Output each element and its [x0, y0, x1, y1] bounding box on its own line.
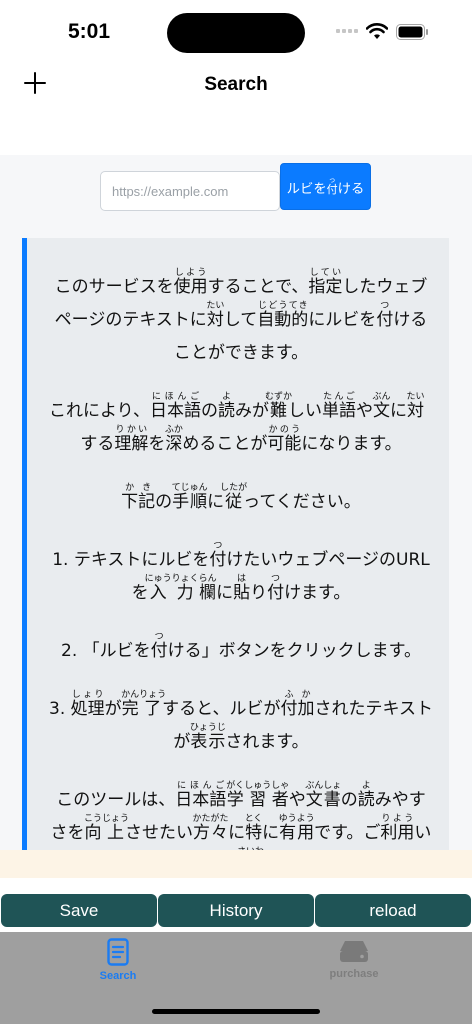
- dynamic-island: [167, 13, 305, 53]
- ruby-annotated-text: 完かん: [121, 690, 140, 719]
- ruby-annotated-text: 有用ゆうよう: [278, 814, 315, 843]
- ruby-annotated-text: 可能かのう: [267, 425, 302, 454]
- ruby-annotated-text: 利用りよう: [380, 814, 415, 843]
- ruby-annotated-text: 難むずか: [264, 392, 292, 421]
- cellular-signal-icon: [336, 29, 358, 33]
- ruby-annotated-text: 了りょう: [139, 690, 167, 719]
- article-paragraph: 1. テキストにルビを付つけたいウェブページのURLを入にゅう力りょく欄らんに貼…: [52, 541, 430, 603]
- tab-purchase-label: purchase: [329, 968, 379, 980]
- ruby-annotated-text: 付つ: [376, 301, 394, 330]
- ruby-annotated-text: 力りょく: [171, 574, 199, 603]
- save-button[interactable]: Save: [1, 894, 157, 927]
- home-indicator: [152, 1009, 320, 1014]
- ruby-annotated-text: 学がく: [226, 781, 245, 810]
- url-input[interactable]: [100, 171, 280, 211]
- ruby-annotated-text: 深ふか: [164, 425, 183, 454]
- wifi-icon: [366, 23, 388, 39]
- tab-purchase[interactable]: purchase: [299, 938, 409, 994]
- page-title: Search: [204, 74, 268, 95]
- banner-area: [0, 850, 472, 878]
- document-icon: [107, 938, 129, 966]
- ruby-annotated-text: 欄らん: [198, 574, 217, 603]
- main-content: ルビを付っける このサービスを使用しようすることで、指定していしたウェブページの…: [0, 155, 472, 876]
- tab-bar: Search purchase: [0, 932, 472, 1024]
- reload-button[interactable]: reload: [315, 894, 471, 927]
- ruby-annotated-text: 文書ぶんしょ: [305, 781, 342, 810]
- ruby-annotated-text: 付っ: [326, 176, 338, 196]
- status-bar: 5:01: [0, 0, 472, 62]
- action-bar: Save History reload: [0, 894, 472, 928]
- article-paragraph: 下記かきの手順てじゅんに従したがってください。: [121, 483, 361, 512]
- ruby-annotated-text: 単語たんご: [321, 392, 356, 421]
- ruby-annotated-text: 対たい: [406, 392, 425, 421]
- ruby-annotated-text: 手順てじゅん: [171, 483, 208, 512]
- history-button[interactable]: History: [158, 894, 314, 927]
- ruby-annotated-text: 日本語にほんご: [149, 392, 201, 421]
- article-paragraph: このサービスを使用しようすることで、指定していしたウェブページのテキストに対たい…: [54, 268, 428, 363]
- article-paragraph: 3. 処理しょりが完かん了りょうすると、ルビが付加ふかされたテキストが表示ひょう…: [49, 690, 433, 752]
- ruby-annotated-text: 指定してい: [308, 268, 343, 297]
- ruby-annotated-text: 下記かき: [121, 483, 156, 512]
- nav-bar: Search: [0, 62, 472, 106]
- ruby-annotated-text: 従したが: [220, 483, 248, 512]
- tab-search[interactable]: Search: [63, 938, 173, 994]
- article-paragraph: これにより、日本語にほんごの読よみが難むずかしい単語たんごや文ぶんに対たいする理…: [49, 392, 425, 454]
- ruby-annotated-text: 読よ: [357, 781, 375, 810]
- ruby-annotated-text: 付つ: [267, 574, 285, 603]
- add-ruby-button[interactable]: ルビを付っける: [280, 163, 371, 210]
- ruby-annotated-text: 付つ: [209, 541, 227, 570]
- ruby-annotated-text: 自動的じどうてき: [257, 301, 309, 330]
- ruby-annotated-text: 上じょう: [102, 814, 130, 843]
- ruby-annotated-text: 特とく: [244, 814, 263, 843]
- ruby-annotated-text: 使用しよう: [173, 268, 208, 297]
- ruby-annotated-text: 方々かたがた: [192, 814, 229, 843]
- add-ruby-button-label: ルビを付っける: [286, 176, 365, 196]
- ruby-annotated-text: 入にゅう: [144, 574, 172, 603]
- tab-search-label: Search: [99, 970, 137, 982]
- battery-icon: [396, 24, 428, 40]
- instructions-panel: このサービスを使用しようすることで、指定していしたウェブページのテキストに対たい…: [22, 238, 449, 876]
- ruby-annotated-text: 理解りかい: [114, 425, 149, 454]
- drive-icon: [340, 941, 368, 962]
- ruby-annotated-text: 習しゅう: [244, 781, 272, 810]
- ruby-annotated-text: 対たい: [206, 301, 225, 330]
- status-time: 5:01: [68, 20, 111, 43]
- ruby-annotated-text: 読よ: [217, 392, 235, 421]
- ruby-annotated-text: 付加ふか: [280, 690, 315, 719]
- ruby-annotated-text: 者しゃ: [271, 781, 290, 810]
- ruby-annotated-text: 貼は: [233, 574, 251, 603]
- ruby-annotated-text: 付つ: [150, 632, 168, 661]
- ruby-annotated-text: 向こう: [84, 814, 103, 843]
- article-paragraph: 2. 「ルビを付つける」ボタンをクリックします。: [61, 632, 421, 661]
- ruby-annotated-text: 処理しょり: [70, 690, 105, 719]
- ruby-annotated-text: 日本語にほんご: [175, 781, 227, 810]
- ruby-annotated-text: 表示ひょうじ: [189, 723, 226, 752]
- ruby-annotated-text: 文ぶん: [372, 392, 391, 421]
